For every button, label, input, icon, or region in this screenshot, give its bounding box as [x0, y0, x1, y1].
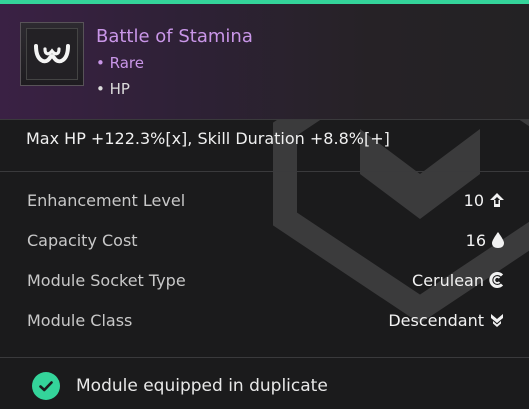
- duplicate-status: Module equipped in duplicate: [0, 358, 529, 409]
- enhancement-level-value: 10: [463, 190, 484, 210]
- cerulean-socket-icon: [489, 272, 504, 288]
- module-tooltip: Battle of Stamina • Rare • HP Max HP +12…: [0, 0, 529, 409]
- module-type: • HP: [96, 80, 130, 98]
- stamina-module-icon: [34, 44, 70, 64]
- enhancement-arrow-icon: [490, 193, 504, 207]
- module-stats: Enhancement Level 10 Capacity Cost 16 Mo…: [0, 172, 529, 358]
- stat-row-socket-type: Module Socket Type Cerulean: [0, 260, 529, 300]
- module-header: Battle of Stamina • Rare • HP: [0, 4, 529, 120]
- stat-value: 16: [466, 231, 505, 250]
- stat-row-enhancement-level: Enhancement Level 10: [0, 180, 529, 220]
- stat-label: Module Class: [27, 310, 133, 330]
- stat-value: Cerulean: [412, 271, 505, 290]
- module-class-value: Descendant: [388, 310, 484, 330]
- stat-label: Enhancement Level: [27, 190, 186, 210]
- capacity-cost-value: 16: [465, 230, 486, 250]
- stat-value: Descendant: [388, 311, 505, 330]
- socket-type-value: Cerulean: [412, 270, 484, 290]
- stat-row-module-class: Module Class Descendant: [0, 300, 529, 340]
- stat-value: 10: [464, 191, 505, 210]
- module-icon: [20, 22, 84, 86]
- module-rarity: • Rare: [96, 54, 144, 72]
- stat-label: Capacity Cost: [27, 230, 138, 250]
- module-name: Battle of Stamina: [96, 26, 253, 47]
- stat-row-capacity-cost: Capacity Cost 16: [0, 220, 529, 260]
- descendant-class-icon: [491, 314, 503, 327]
- module-effect: Max HP +122.3%[x], Skill Duration +8.8%[…: [0, 120, 529, 172]
- check-circle-icon: [32, 372, 60, 400]
- duplicate-status-text: Module equipped in duplicate: [76, 376, 328, 396]
- droplet-icon: [492, 232, 504, 248]
- stat-label: Module Socket Type: [27, 270, 186, 290]
